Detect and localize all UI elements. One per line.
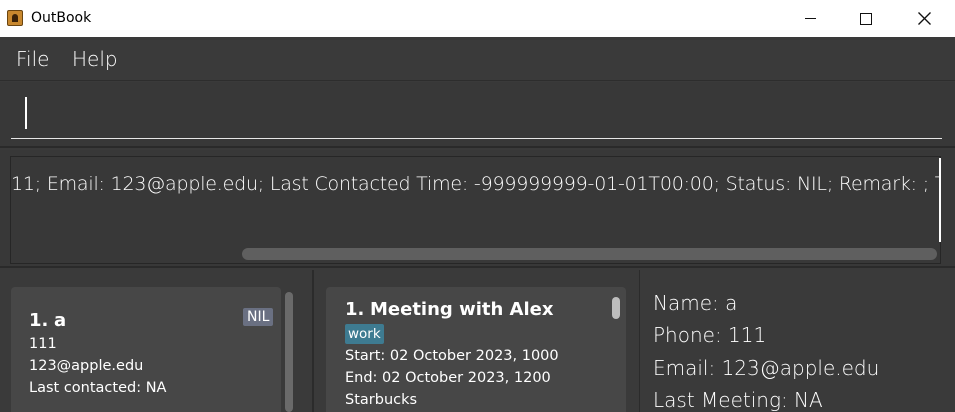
command-box [0,82,955,148]
meeting-tag: work [345,324,384,344]
detail-last-meeting: Last Meeting: NA [653,388,823,412]
minimize-button[interactable] [781,0,839,37]
person-index: 1. [29,310,49,331]
result-vertical-scrollbar[interactable] [939,158,941,242]
person-phone: 111 [29,336,57,352]
meeting-list-panel: 1. Meeting with Alex work Start: 02 Octo… [314,270,640,412]
meeting-card[interactable]: 1. Meeting with Alex work Start: 02 Octo… [326,287,626,412]
meeting-start: Start: 02 October 2023, 1000 [345,348,559,364]
result-message: 11; Email: 123@apple.edu; Last Contacted… [11,173,941,195]
detail-email: Email: 123@apple.edu [653,356,880,380]
app-icon [7,10,23,26]
person-card[interactable]: 1. a NIL 111 123@apple.edu Last contacte… [11,287,281,412]
person-name: a [54,310,67,331]
menu-bar: File Help [0,37,955,81]
title-bar: OutBook [0,0,955,37]
text-caret [25,97,27,129]
close-icon [917,12,931,25]
meeting-location: Starbucks [345,392,418,408]
menu-file[interactable]: File [16,47,49,71]
status-badge: NIL [243,308,274,326]
menu-help[interactable]: Help [72,47,118,71]
details-panel: Name: a Phone: 111 Email: 123@apple.edu … [640,270,955,412]
person-list-panel: 1. a NIL 111 123@apple.edu Last contacte… [0,270,312,412]
detail-name: Name: a [653,291,738,315]
person-list-scrollbar[interactable] [285,292,293,412]
detail-phone: Phone: 111 [653,323,767,347]
maximize-button[interactable] [837,0,895,37]
meeting-title: Meeting with Alex [370,299,554,320]
person-email: 123@apple.edu [29,358,144,374]
meeting-end: End: 02 October 2023, 1200 [345,370,551,386]
window-title: OutBook [31,10,92,26]
meeting-index: 1. [345,299,365,320]
meeting-list-scrollbar[interactable] [612,297,620,319]
person-last-contacted: Last contacted: NA [29,380,167,396]
result-horizontal-scrollbar[interactable] [242,248,937,260]
command-input[interactable] [11,93,942,139]
close-button[interactable] [895,0,953,37]
